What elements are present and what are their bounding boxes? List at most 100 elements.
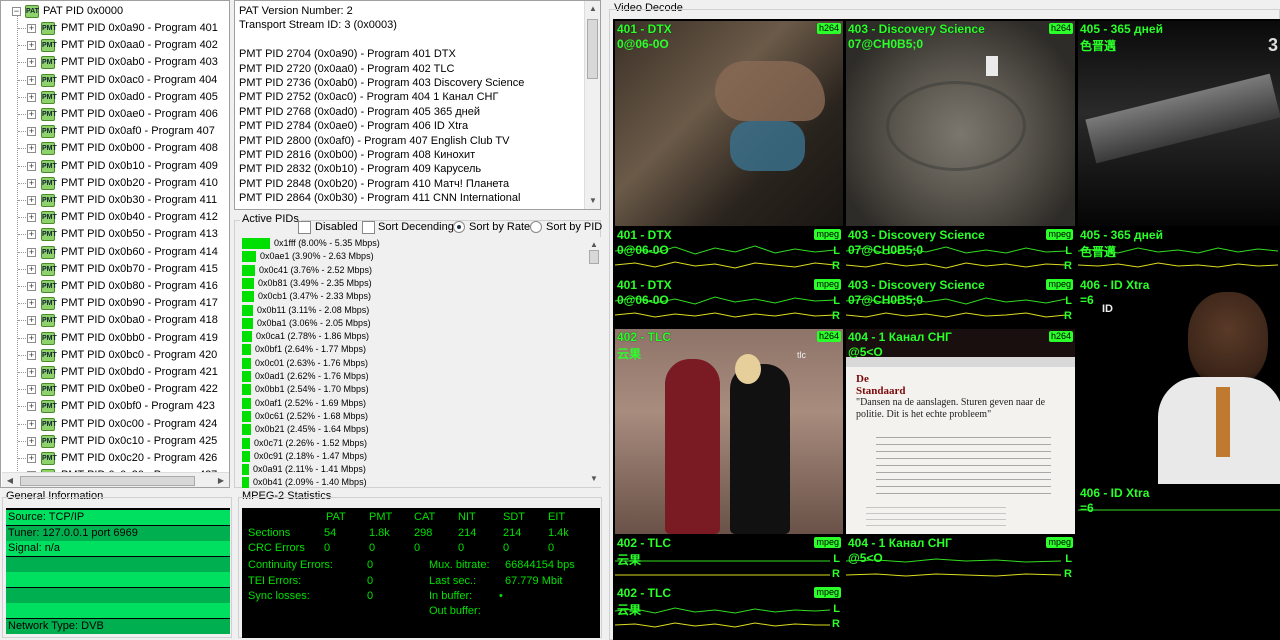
- tree-item[interactable]: + PMT PMT PID 0x0b80 - Program 416: [1, 278, 229, 295]
- expand-icon[interactable]: +: [27, 92, 36, 102]
- tree-item[interactable]: + PMT PMT PID 0x0bb0 - Program 419: [1, 330, 229, 347]
- video-cell-406[interactable]: ID 406 - ID Xtra =6: [1078, 277, 1280, 484]
- expand-icon[interactable]: +: [27, 385, 36, 395]
- tree-item[interactable]: + PMT PMT PID 0x0ac0 - Program 404: [1, 72, 229, 89]
- expand-icon[interactable]: +: [27, 402, 36, 412]
- pid-row[interactable]: 0x0c41 (3.76% - 2.52 Mbps): [242, 264, 582, 277]
- tree-item[interactable]: + PMT PMT PID 0x0be0 - Program 422: [1, 381, 229, 398]
- expand-icon[interactable]: +: [27, 264, 36, 274]
- expand-icon[interactable]: +: [27, 436, 36, 446]
- expand-icon[interactable]: +: [27, 419, 36, 429]
- active-pids-list[interactable]: 0x1fff (8.00% - 5.35 Mbps) 0x0ae1 (3.90% …: [242, 237, 586, 488]
- pid-row[interactable]: 0x0af1 (2.52% - 1.69 Mbps): [242, 397, 582, 410]
- pid-row[interactable]: 0x0ca1 (2.78% - 1.86 Mbps): [242, 330, 582, 343]
- tree-item[interactable]: + PMT PMT PID 0x0ab0 - Program 403: [1, 54, 229, 71]
- audio-cell-405[interactable]: 405 - 365 дней 色晋邁: [1078, 227, 1280, 276]
- pid-row[interactable]: 0x0c01 (2.63% - 1.76 Mbps): [242, 357, 582, 370]
- scroll-left-icon[interactable]: ◀: [2, 473, 18, 487]
- tree-item[interactable]: + PMT PMT PID 0x0b90 - Program 417: [1, 295, 229, 312]
- scroll-down-icon[interactable]: ▼: [585, 193, 601, 209]
- pat-info-vertical-scrollbar[interactable]: ▲ ▼: [584, 1, 600, 209]
- pid-row[interactable]: 0x0a91 (2.11% - 1.41 Mbps): [242, 463, 582, 476]
- audio-cell-401-b[interactable]: 401 - DTX 0@06-0O mpeg L R: [615, 277, 843, 327]
- expand-icon[interactable]: +: [27, 282, 36, 291]
- pids-vertical-scrollbar[interactable]: ▲ ▼: [588, 237, 601, 487]
- sort-by-rate-radio[interactable]: [453, 221, 465, 233]
- pid-row[interactable]: 0x0bf1 (2.64% - 1.77 Mbps): [242, 343, 582, 356]
- disabled-checkbox[interactable]: [298, 221, 311, 234]
- expand-icon[interactable]: +: [27, 178, 36, 188]
- program-tree[interactable]: − PAT PAT PID 0x0000 + PMT PMT PID 0x0a90 …: [0, 0, 230, 488]
- tree-item[interactable]: + PMT PMT PID 0x0b20 - Program 410: [1, 175, 229, 192]
- tree-item[interactable]: + PMT PMT PID 0x0b50 - Program 413: [1, 226, 229, 243]
- tree-item[interactable]: + PMT PMT PID 0x0b30 - Program 411: [1, 192, 229, 209]
- tree-item[interactable]: + PMT PMT PID 0x0c10 - Program 425: [1, 433, 229, 450]
- scroll-right-icon[interactable]: ▶: [213, 473, 229, 487]
- pid-row[interactable]: 0x0b21 (2.45% - 1.64 Mbps): [242, 423, 582, 436]
- scroll-up-icon[interactable]: ▲: [585, 1, 601, 17]
- pid-row[interactable]: 0x0bb1 (2.54% - 1.70 Mbps): [242, 383, 582, 396]
- expand-icon[interactable]: +: [27, 110, 36, 119]
- pid-row[interactable]: 0x0b11 (3.11% - 2.08 Mbps): [242, 304, 582, 317]
- expand-icon[interactable]: +: [27, 247, 36, 257]
- expand-icon[interactable]: +: [27, 196, 36, 205]
- pid-row[interactable]: 0x0c71 (2.26% - 1.52 Mbps): [242, 437, 582, 450]
- audio-cell-402-b[interactable]: 402 - TLC 云果 mpeg L R: [615, 585, 843, 640]
- audio-cell-401[interactable]: 401 - DTX 0@06-0O mpeg L R: [615, 227, 843, 276]
- tree-horizontal-scrollbar[interactable]: ◀ ▶: [2, 472, 229, 487]
- tree-item[interactable]: + PMT PMT PID 0x0b10 - Program 409: [1, 158, 229, 175]
- scroll-down-icon[interactable]: ▼: [586, 471, 602, 487]
- expand-icon[interactable]: +: [27, 75, 36, 85]
- pid-row[interactable]: 0x0c91 (2.18% - 1.47 Mbps): [242, 450, 582, 463]
- scrollbar-thumb[interactable]: [20, 476, 195, 486]
- tree-item[interactable]: + PMT PMT PID 0x0b60 - Program 414: [1, 244, 229, 261]
- expand-icon[interactable]: +: [27, 144, 36, 154]
- video-cell-403[interactable]: 403 - Discovery Science 07@CH0B5;0 h264: [846, 21, 1075, 226]
- tree-item[interactable]: + PMT PMT PID 0x0a90 - Program 401: [1, 20, 229, 37]
- pid-row[interactable]: 0x0ae1 (3.90% - 2.63 Mbps): [242, 250, 582, 263]
- audio-cell-402[interactable]: 402 - TLC 云果 mpeg L R: [615, 535, 843, 584]
- tree-item[interactable]: + PMT PMT PID 0x0ad0 - Program 405: [1, 89, 229, 106]
- expand-icon[interactable]: +: [27, 350, 36, 360]
- tree-item[interactable]: + PMT PMT PID 0x0aa0 - Program 402: [1, 37, 229, 54]
- expand-icon[interactable]: +: [27, 213, 36, 223]
- video-cell-405[interactable]: 3 405 - 365 дней 色晋邁: [1078, 21, 1280, 226]
- audio-cell-403-b[interactable]: 403 - Discovery Science 07@CH0B5;0 mpeg …: [846, 277, 1075, 327]
- pid-row[interactable]: 0x0b41 (2.09% - 1.40 Mbps): [242, 476, 582, 488]
- tree-item[interactable]: + PMT PMT PID 0x0bc0 - Program 420: [1, 347, 229, 364]
- pid-row[interactable]: 0x0cb1 (3.47% - 2.33 Mbps): [242, 290, 582, 303]
- tree-item[interactable]: + PMT PMT PID 0x0c00 - Program 424: [1, 416, 229, 433]
- audio-cell-403[interactable]: 403 - Discovery Science 07@CH0B5;0 mpeg …: [846, 227, 1075, 276]
- pid-row[interactable]: 0x1fff (8.00% - 5.35 Mbps): [242, 237, 582, 250]
- expand-icon[interactable]: +: [27, 41, 36, 51]
- expand-icon[interactable]: +: [27, 299, 36, 309]
- sort-by-pid-radio[interactable]: [530, 221, 542, 233]
- video-cell-404[interactable]: De Standaard "Dansen na de aanslagen. St…: [846, 329, 1075, 534]
- pid-row[interactable]: 0x0ad1 (2.62% - 1.76 Mbps): [242, 370, 582, 383]
- tree-item[interactable]: + PMT PMT PID 0x0bd0 - Program 421: [1, 364, 229, 381]
- expand-icon[interactable]: +: [27, 316, 36, 326]
- pat-info-text[interactable]: PAT Version Number: 2 Transport Stream ID…: [234, 0, 601, 210]
- tree-item[interactable]: + PMT PMT PID 0x0b00 - Program 408: [1, 140, 229, 157]
- expand-icon[interactable]: +: [27, 368, 36, 377]
- expand-icon[interactable]: +: [27, 333, 36, 343]
- video-cell-401[interactable]: 401 - DTX 0@06-0O h264: [615, 21, 843, 226]
- expand-icon[interactable]: +: [27, 24, 36, 33]
- tree-item[interactable]: + PMT PMT PID 0x0bf0 - Program 423: [1, 398, 229, 415]
- expand-icon[interactable]: +: [27, 127, 36, 137]
- tree-item[interactable]: + PMT PMT PID 0x0ba0 - Program 418: [1, 312, 229, 329]
- pid-row[interactable]: 0x0b81 (3.49% - 2.35 Mbps): [242, 277, 582, 290]
- video-cell-402[interactable]: tlc 402 - TLC 云果 h264: [615, 329, 843, 534]
- tree-root[interactable]: − PAT PAT PID 0x0000: [1, 3, 229, 20]
- tree-item[interactable]: + PMT PMT PID 0x0af0 - Program 407: [1, 123, 229, 140]
- expand-icon[interactable]: +: [27, 454, 36, 463]
- scrollbar-thumb[interactable]: [589, 250, 599, 264]
- sort-descending-checkbox[interactable]: [362, 221, 375, 234]
- tree-item[interactable]: + PMT PMT PID 0x0c20 - Program 426: [1, 450, 229, 467]
- pid-row[interactable]: 0x0ba1 (3.06% - 2.05 Mbps): [242, 317, 582, 330]
- pid-row[interactable]: 0x0c61 (2.52% - 1.68 Mbps): [242, 410, 582, 423]
- scrollbar-thumb[interactable]: [587, 19, 598, 79]
- audio-cell-406[interactable]: 406 - ID Xtra =6: [1078, 485, 1280, 534]
- audio-cell-404[interactable]: 404 - 1 Канал СНГ @5<O mpeg L R: [846, 535, 1075, 584]
- tree-item[interactable]: + PMT PMT PID 0x0b70 - Program 415: [1, 261, 229, 278]
